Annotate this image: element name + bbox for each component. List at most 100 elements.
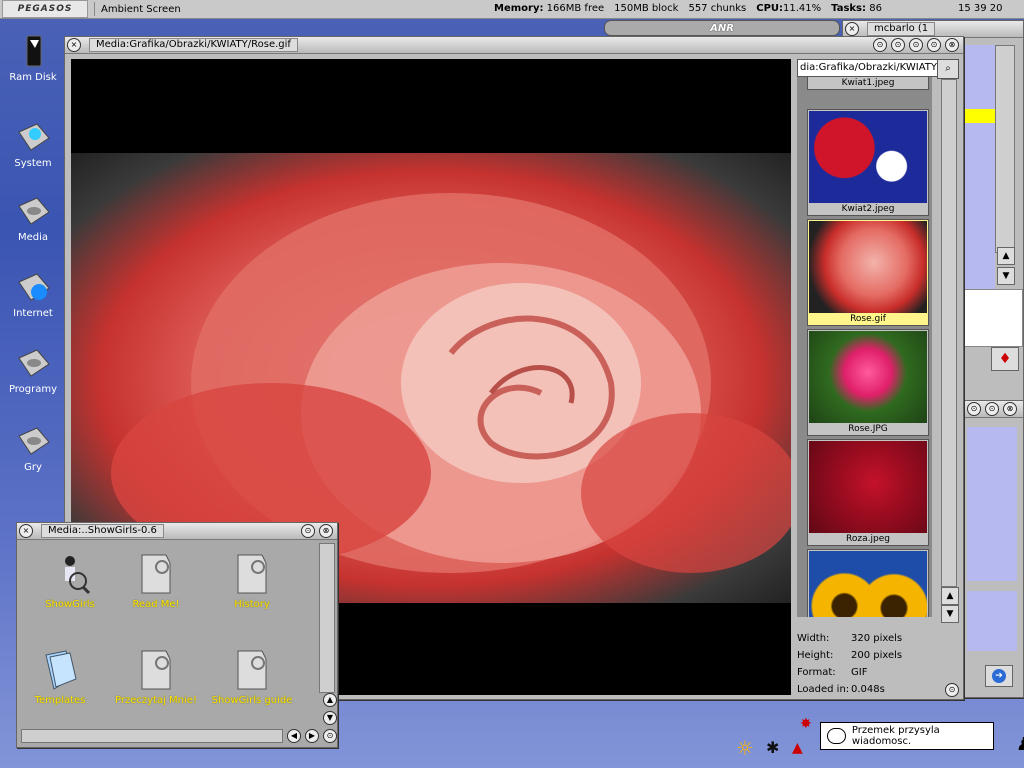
speech-bubble-icon: [827, 728, 846, 744]
scroll-down-icon[interactable]: ▼: [323, 711, 337, 725]
scroll-right-icon[interactable]: ▶: [305, 729, 319, 743]
drawer-item-label: Templates: [34, 695, 86, 706]
amp-bar[interactable]: ANR: [604, 20, 840, 36]
memory-chunks: 557 chunks: [688, 3, 747, 14]
drawer-item-label: History: [234, 599, 270, 610]
memory-label: Memory:: [494, 3, 544, 14]
person-icon[interactable]: ♟: [1016, 734, 1024, 755]
desktop-icon-label: Ram Disk: [9, 72, 57, 83]
iconify-icon[interactable]: ⊙: [985, 402, 999, 416]
depth-icon[interactable]: ⊗: [319, 524, 333, 538]
scroll-down-button[interactable]: ▼: [941, 605, 959, 623]
scroll-up-button[interactable]: ▲: [997, 247, 1015, 265]
drawer-vscrollbar[interactable]: [319, 543, 335, 693]
width-label: Width:: [797, 633, 830, 644]
spider-icon[interactable]: ✱: [766, 738, 779, 757]
tasks-label: Tasks:: [831, 3, 867, 14]
loaded-value: 0.048s: [851, 684, 885, 695]
thumbnail-list[interactable]: Kwiat1.jpeg Kwiat2.jpeg Rose.gif Rose.JP…: [797, 77, 932, 617]
snapshot-icon[interactable]: ⊙: [873, 38, 887, 52]
desktop-icon-system[interactable]: System: [6, 120, 60, 169]
drawer-item-readme[interactable]: Read Me!: [111, 551, 201, 610]
thumbnail-caption: Kwiat2.jpeg: [841, 204, 895, 214]
programy-drive-icon: [15, 346, 51, 382]
thumbnail-item[interactable]: Roza.jpeg: [807, 439, 929, 546]
resize-icon[interactable]: ⊙: [945, 683, 959, 697]
search-button[interactable]: ⌕: [937, 59, 959, 79]
drawer-window: × Media:..ShowGirls-0.6 ⊙ ⊗ ShowGirls Re…: [16, 522, 338, 748]
width-value: 320 pixels: [851, 633, 903, 644]
depth-icon[interactable]: ⊙: [967, 402, 981, 416]
memory-free: 166MB free: [546, 3, 605, 14]
drawer-item-guide[interactable]: ShowGirls guide: [207, 647, 297, 706]
thumbnail-scrollbar[interactable]: [941, 79, 957, 587]
thumbnail-item[interactable]: [807, 549, 929, 617]
send-button[interactable]: ➔: [985, 665, 1013, 687]
memory-block: 150MB block: [614, 3, 679, 14]
star-icon[interactable]: ✸: [800, 716, 812, 732]
jump-icon[interactable]: ⊙: [891, 38, 905, 52]
scroll-up-button[interactable]: ▲: [941, 587, 959, 605]
sun-face-icon[interactable]: ☼: [736, 736, 754, 760]
drawer-item-przeczytaj[interactable]: Przeczytaj Mnie!: [111, 647, 201, 706]
traffic-light-button[interactable]: ♦: [991, 347, 1019, 371]
gry-drive-icon: [15, 424, 51, 460]
close-icon[interactable]: ×: [19, 524, 33, 538]
depth-icon[interactable]: ⊗: [945, 38, 959, 52]
drawer-item-templates[interactable]: Templates: [15, 647, 105, 706]
chat-scrollbar[interactable]: [995, 45, 1015, 253]
document-icon: [136, 551, 176, 595]
image-viewer-title: Media:Grafika/Obrazki/KWIATY/Rose.gif: [89, 38, 298, 52]
desktop-icon-label: Gry: [24, 462, 42, 473]
thumbnail-item[interactable]: Kwiat2.jpeg: [807, 109, 929, 216]
chart-icon[interactable]: ▲: [792, 740, 803, 756]
desktop-icon-programy[interactable]: Programy: [6, 346, 60, 395]
drawer-item-showgirls[interactable]: ShowGirls: [25, 551, 115, 610]
thumbnail-item[interactable]: Rose.JPG: [807, 329, 929, 436]
scroll-up-icon[interactable]: ▲: [323, 693, 337, 707]
image-viewer-titlebar[interactable]: × Media:Grafika/Obrazki/KWIATY/Rose.gif …: [65, 37, 963, 54]
thumbnail-caption: Roza.jpeg: [846, 534, 890, 544]
desktop-icon-ram-disk[interactable]: Ram Disk: [6, 34, 60, 83]
thumbnail-item[interactable]: Kwiat1.jpeg: [807, 77, 929, 90]
close-icon[interactable]: ×: [67, 38, 81, 52]
cpu-value: 11.41%: [783, 3, 822, 14]
close-icon[interactable]: ⊗: [1003, 402, 1017, 416]
chat-input-area[interactable]: [963, 289, 1023, 347]
desktop-icon-media[interactable]: Media: [6, 194, 60, 243]
folder-icon: [40, 647, 80, 691]
drawer-item-history[interactable]: History: [207, 551, 297, 610]
thumbnail-item-selected[interactable]: Rose.gif: [807, 219, 929, 326]
drawer-titlebar[interactable]: × Media:..ShowGirls-0.6 ⊙ ⊗: [17, 523, 337, 540]
document-icon: [232, 647, 272, 691]
path-field[interactable]: dia:Grafika/Obrazki/KWIATY: [797, 59, 938, 77]
drawer-item-label: ShowGirls guide: [211, 695, 293, 706]
secondary-window: ⊙ ⊙ ⊗ ➔: [964, 400, 1024, 698]
desktop-icon-gry[interactable]: Gry: [6, 424, 60, 473]
scroll-left-icon[interactable]: ◀: [287, 729, 301, 743]
iconify-icon[interactable]: ⊙: [909, 38, 923, 52]
thumbnail-image: [809, 551, 927, 617]
close-icon[interactable]: ×: [845, 22, 859, 36]
drawer-hscrollbar[interactable]: [21, 729, 283, 743]
document-icon: [136, 647, 176, 691]
chat-highlight-bar: [963, 109, 995, 123]
resize-icon[interactable]: ⊙: [323, 729, 337, 743]
iconify-icon[interactable]: ⊙: [301, 524, 315, 538]
zoom-icon[interactable]: ⊙: [927, 38, 941, 52]
pegasos-logo[interactable]: PEGASOS: [2, 0, 88, 18]
system-drive-icon: [15, 120, 51, 156]
secondary-window-titlebar[interactable]: ⊙ ⊙ ⊗: [965, 401, 1023, 418]
height-value: 200 pixels: [851, 650, 903, 661]
screen-title: Ambient Screen: [101, 3, 181, 15]
desktop-icon-label: Programy: [8, 384, 58, 395]
system-stats: Memory: 166MB free 150MB block 557 chunk…: [494, 3, 882, 14]
screen-bar: PEGASOS Ambient Screen Memory: 166MB fre…: [0, 0, 1024, 19]
thumbnail-caption: Rose.gif: [850, 314, 886, 324]
scroll-down-button[interactable]: ▼: [997, 267, 1015, 285]
format-value: GIF: [851, 667, 868, 678]
drawer-title: Media:..ShowGirls-0.6: [41, 524, 164, 538]
desktop-icon-internet[interactable]: Internet: [6, 270, 60, 319]
arrow-right-icon: ➔: [992, 669, 1006, 683]
notification-tooltip[interactable]: Przemek przysyla wiadomosc.: [820, 722, 994, 750]
